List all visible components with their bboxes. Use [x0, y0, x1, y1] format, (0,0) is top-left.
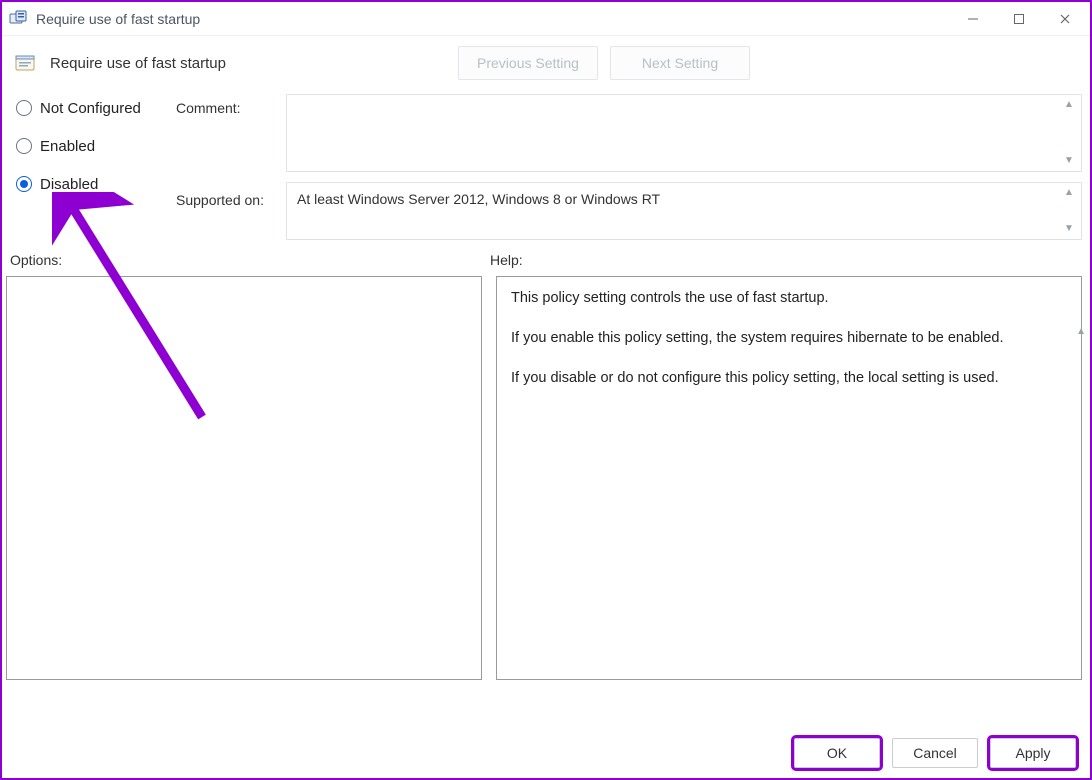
radio-label: Enabled — [40, 138, 95, 155]
radio-dot-selected-icon — [16, 176, 32, 192]
apply-button[interactable]: Apply — [990, 738, 1076, 768]
minimize-button[interactable] — [950, 3, 996, 35]
radio-enabled[interactable]: Enabled — [16, 134, 176, 158]
policy-icon — [8, 9, 28, 29]
radio-dot-icon — [16, 100, 32, 116]
supported-on-label: Supported on: — [176, 188, 286, 212]
scroll-up-icon[interactable]: ▲ — [1076, 326, 1086, 337]
dialog-footer: OK Cancel Apply — [794, 738, 1076, 768]
state-and-comment-area: Not Configured Enabled Disabled Comment:… — [2, 90, 1090, 240]
comment-textarea[interactable]: ▲ ▼ — [286, 94, 1082, 172]
radio-disabled[interactable]: Disabled — [16, 172, 176, 196]
supported-on-box: At least Windows Server 2012, Windows 8 … — [286, 182, 1082, 240]
setting-title: Require use of fast startup — [50, 55, 226, 72]
scroll-up-icon[interactable]: ▲ — [1061, 185, 1077, 201]
close-button[interactable] — [1042, 3, 1088, 35]
header-row: Require use of fast startup Previous Set… — [2, 36, 1090, 90]
help-text-line: This policy setting controls the use of … — [511, 287, 1067, 309]
scroll-up-icon[interactable]: ▲ — [1061, 97, 1077, 113]
radio-label: Not Configured — [40, 100, 141, 117]
scroll-down-icon[interactable]: ▼ — [1061, 153, 1077, 169]
scroll-down-icon[interactable]: ▼ — [1061, 221, 1077, 237]
ok-button[interactable]: OK — [794, 738, 880, 768]
maximize-button[interactable] — [996, 3, 1042, 35]
radio-not-configured[interactable]: Not Configured — [16, 96, 176, 120]
help-text-line: If you disable or do not configure this … — [511, 367, 1067, 389]
radio-label: Disabled — [40, 176, 98, 193]
comment-label: Comment: — [176, 96, 286, 120]
help-text-line: If you enable this policy setting, the s… — [511, 327, 1067, 349]
radio-dot-icon — [16, 138, 32, 154]
window-title: Require use of fast startup — [36, 11, 200, 27]
cancel-button[interactable]: Cancel — [892, 738, 978, 768]
setting-icon — [14, 52, 36, 74]
next-setting-button[interactable]: Next Setting — [610, 46, 750, 80]
supported-on-text: At least Windows Server 2012, Windows 8 … — [297, 191, 660, 207]
titlebar: Require use of fast startup — [2, 2, 1090, 36]
options-section-label: Options: — [10, 252, 490, 268]
options-panel — [6, 276, 482, 680]
policy-editor-window: Require use of fast startup Require use … — [0, 0, 1092, 780]
help-section-label: Help: — [490, 252, 523, 268]
previous-setting-button[interactable]: Previous Setting — [458, 46, 598, 80]
help-panel[interactable]: This policy setting controls the use of … — [496, 276, 1082, 680]
